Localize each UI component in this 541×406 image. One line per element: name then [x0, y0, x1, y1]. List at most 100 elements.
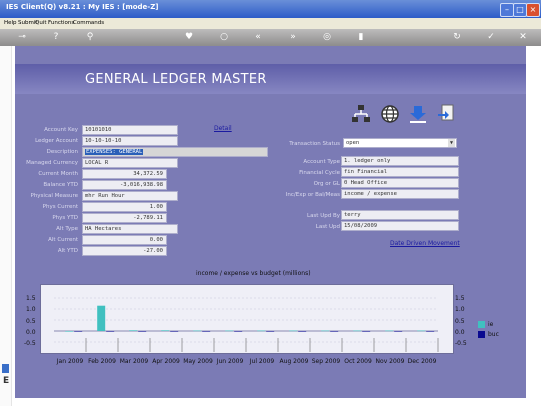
chevron-down-icon[interactable]: ▼	[448, 139, 455, 147]
inc-exp-field[interactable]: income / expense	[341, 189, 459, 199]
hierarchy-icon[interactable]	[351, 104, 371, 124]
alt-ytd-field[interactable]: -27.00	[82, 246, 167, 256]
financial-cycle-field[interactable]: fin Financial	[341, 167, 459, 177]
bar-ie	[257, 330, 266, 332]
fast-forward-icon[interactable]: »	[287, 32, 299, 43]
description-label: Description	[46, 149, 78, 155]
refresh-icon[interactable]: ○	[218, 32, 230, 43]
bar-buc	[138, 331, 147, 332]
menu-quit[interactable]: Quit	[35, 20, 47, 26]
account-key-field[interactable]: 10101010	[82, 125, 178, 135]
cancel-icon[interactable]: ✕	[517, 32, 529, 43]
managed-currency-field[interactable]: LOCAL R	[82, 158, 178, 168]
bar-buc	[298, 331, 307, 332]
y-tick-right: 1.5	[455, 295, 465, 302]
bar-ie	[417, 330, 426, 332]
alt-ytd-label: Alt YTD	[57, 248, 78, 254]
description-field[interactable]: EXPENSES: GENERAL	[82, 147, 268, 157]
legend-swatch-buc	[478, 331, 485, 338]
legend-label-buc: buc	[488, 331, 499, 338]
phys-current-label: Phys Current	[42, 204, 78, 210]
x-tick-label: Feb 2009	[88, 358, 116, 365]
side-e-icon[interactable]: E	[3, 376, 9, 386]
ledger-account-field[interactable]: 10-10-10-10	[82, 136, 178, 146]
account-type-field[interactable]: 1. ledger only	[341, 156, 459, 166]
key-icon[interactable]: ⊸	[10, 32, 34, 43]
phys-ytd-field[interactable]: -2,789.11	[82, 213, 167, 223]
chart-svg	[54, 297, 439, 352]
y-tick-left: -0.5	[24, 340, 36, 347]
bar-ie	[65, 331, 74, 332]
current-month-field[interactable]: 34,372.59	[82, 169, 167, 179]
x-tick-label: Jan 2009	[56, 358, 84, 365]
x-tick-label: Apr 2009	[152, 358, 180, 365]
managed-currency-label: Managed Currency	[26, 160, 78, 166]
last-upd-field[interactable]: 15/08/2009	[341, 221, 459, 231]
y-tick-right: 0.0	[455, 329, 465, 336]
bar-buc	[362, 331, 371, 332]
bar-buc	[106, 331, 115, 332]
alt-type-field[interactable]: HA Hectares	[82, 224, 178, 234]
stop-icon[interactable]: ◎	[321, 32, 333, 43]
bar-buc	[266, 331, 275, 332]
maximize-icon[interactable]: □	[513, 3, 527, 17]
y-tick-right: -0.5	[455, 340, 467, 347]
x-tick-label: Mar 2009	[119, 358, 149, 365]
bar-buc	[330, 331, 339, 332]
download-icon[interactable]	[408, 104, 428, 124]
menu-functions[interactable]: Functions	[48, 20, 74, 26]
page-banner: GENERAL LEDGER MASTER	[15, 64, 526, 94]
alt-current-field[interactable]: 0.00	[82, 235, 167, 245]
menu-commands[interactable]: Commands	[73, 20, 104, 26]
y-tick-left: 0.0	[26, 329, 36, 336]
transaction-status-value: open	[346, 140, 360, 146]
last-upd-label: Last Upd	[315, 224, 340, 230]
phys-ytd-label: Phys YTD	[52, 215, 78, 221]
menu-help[interactable]: Help	[4, 20, 17, 26]
bar-ie	[161, 330, 170, 331]
description-value: EXPENSES: GENERAL	[85, 149, 144, 155]
phys-current-field[interactable]: 1.00	[82, 202, 167, 212]
y-tick-left: 1.0	[26, 306, 36, 313]
side-tab-icon[interactable]	[2, 364, 9, 373]
chart-title: income / expense vs budget (millions)	[196, 270, 311, 277]
confirm-icon[interactable]: ✓	[485, 32, 497, 43]
delete-icon[interactable]: ▮	[355, 32, 367, 43]
globe-icon[interactable]	[380, 104, 400, 124]
bar-buc	[426, 331, 435, 332]
alt-current-label: Alt Current	[48, 237, 78, 243]
title-bar: IES Client(Q) v8.21 : My IES : [mode-Z] …	[0, 0, 541, 18]
close-icon[interactable]: ×	[526, 3, 540, 17]
org-or-gl-field[interactable]: 0 Head Office	[341, 178, 459, 188]
last-upd-by-field[interactable]: terry	[341, 210, 459, 220]
detail-link[interactable]: Detail	[214, 125, 232, 132]
minimize-icon[interactable]: –	[500, 3, 514, 17]
y-tick-right: 0.5	[455, 318, 465, 325]
ledger-account-label: Ledger Account	[35, 138, 78, 144]
export-document-icon[interactable]	[436, 104, 456, 124]
bar-buc	[170, 331, 179, 332]
page-title: GENERAL LEDGER MASTER	[85, 72, 267, 87]
rewind-icon[interactable]: «	[252, 32, 264, 43]
bar-buc	[74, 331, 83, 332]
bar-ie	[225, 330, 234, 332]
org-or-gl-label: Org or GL	[313, 181, 340, 187]
physical-measure-field[interactable]: mhr Run Hour	[82, 191, 178, 201]
help-icon[interactable]: ?	[50, 32, 62, 43]
date-driven-movement-link[interactable]: Date Driven Movement	[390, 240, 460, 247]
bar-ie	[353, 330, 362, 332]
x-axis-labels: Jan 2009 Feb 2009 Mar 2009 Apr 2009 May 2009…	[54, 358, 438, 368]
bar-buc	[394, 331, 403, 332]
balance-ytd-field[interactable]: -3,016,938.98	[82, 180, 167, 190]
y-tick-left: 1.5	[26, 295, 36, 302]
search-icon[interactable]: ⚲	[84, 32, 96, 43]
transaction-status-select[interactable]: open ▼	[343, 138, 457, 148]
x-tick-label: Aug 2009	[279, 358, 309, 365]
x-tick-label: Jul 2009	[249, 358, 275, 365]
physical-measure-label: Physical Measure	[30, 193, 79, 199]
refresh-arrows-icon[interactable]: ↻	[451, 32, 463, 43]
bar-ie	[193, 330, 202, 332]
x-tick-label: Nov 2009	[375, 358, 405, 365]
bar-ie	[321, 330, 330, 332]
heart-icon[interactable]: ♥	[183, 32, 195, 43]
